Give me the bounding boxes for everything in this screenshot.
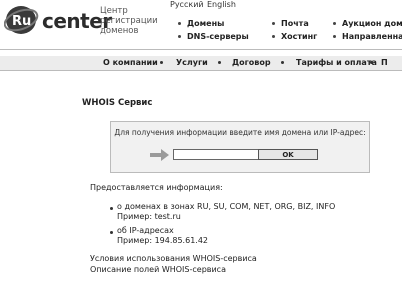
nav-item-tariffs[interactable]: Тарифы и оплата: [296, 58, 377, 67]
language-english[interactable]: English: [207, 0, 236, 9]
bullet-icon: [178, 22, 181, 25]
page-title: WHOIS Сервис: [82, 98, 153, 108]
nav-separator: [281, 61, 284, 64]
nav-separator: [370, 61, 373, 64]
link-field-descriptions[interactable]: Описание полей WHOIS-сервиса: [90, 265, 226, 274]
nav-item-services[interactable]: Услуги: [176, 58, 208, 67]
info-heading: Предоставляется информация:: [90, 183, 223, 192]
bullet-icon: [110, 231, 113, 234]
link-terms-of-use[interactable]: Условия использования WHOIS-сервиса: [90, 254, 257, 263]
header-divider: [0, 49, 402, 50]
whois-domain-input[interactable]: [173, 149, 259, 160]
bullet-icon: [333, 35, 336, 38]
service-link-mail[interactable]: Почта: [272, 19, 309, 28]
nav-item-contract[interactable]: Договор: [232, 58, 271, 67]
bullet-icon: [110, 207, 113, 210]
main-nav: О компании Услуги Договор Тарифы и оплат…: [0, 56, 402, 70]
bullet-icon: [333, 22, 336, 25]
info-example-ip: Пример: 194.85.61.42: [117, 236, 209, 245]
logo-mark-icon: Ru: [4, 6, 39, 34]
info-item-domains: о доменах в зонах RU, SU, COM, NET, ORG,…: [117, 202, 336, 211]
info-item-ip: об IP-адресах: [117, 226, 174, 235]
info-example-domain: Пример: test.ru: [117, 212, 181, 221]
service-link-auction[interactable]: Аукцион домен: [333, 19, 402, 28]
whois-form-panel: Для получения информации введите имя дом…: [110, 121, 370, 173]
service-link-hosting[interactable]: Хостинг: [272, 32, 317, 41]
bullet-icon: [272, 35, 275, 38]
bullet-icon: [272, 22, 275, 25]
arrow-right-icon: [150, 149, 169, 161]
ok-button[interactable]: OK: [258, 149, 318, 160]
logo-tagline: Центр регистрации доменов: [100, 6, 158, 36]
bullet-icon: [178, 35, 181, 38]
service-link-directed[interactable]: Направленная: [333, 32, 402, 41]
language-russian[interactable]: Русский: [170, 0, 204, 9]
service-link-dns[interactable]: DNS-серверы: [178, 32, 249, 41]
nav-divider: [0, 70, 402, 71]
nav-item-about[interactable]: О компании: [103, 58, 158, 67]
service-link-domains[interactable]: Домены: [178, 19, 224, 28]
nav-separator: [218, 61, 221, 64]
nav-item-more[interactable]: П: [381, 58, 388, 67]
nav-separator: [160, 61, 163, 64]
whois-prompt: Для получения информации введите имя дом…: [114, 128, 366, 137]
svg-text:Ru: Ru: [12, 14, 31, 29]
